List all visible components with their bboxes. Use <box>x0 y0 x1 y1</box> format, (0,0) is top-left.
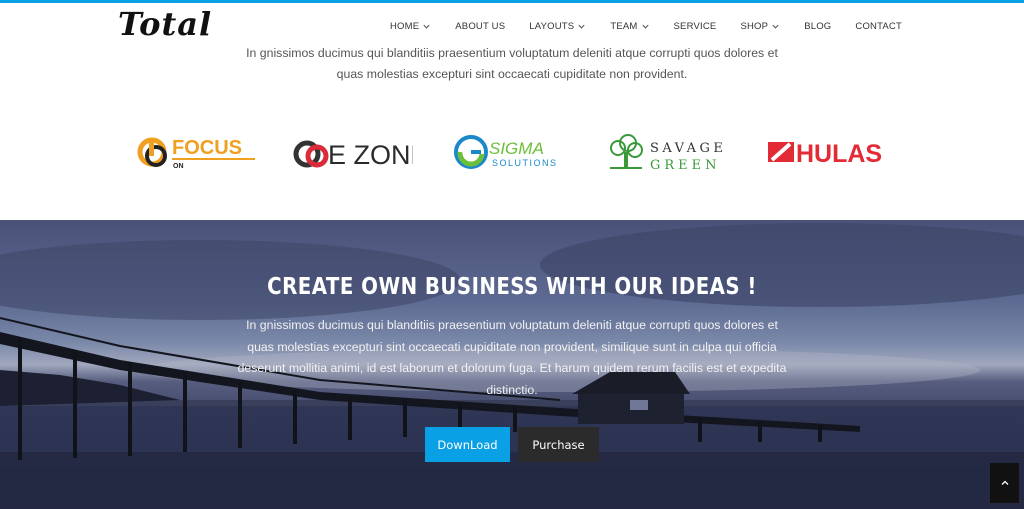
hulas-logo-icon: HULAS <box>768 140 882 168</box>
chevron-down-icon <box>772 24 779 29</box>
client-name: HULAS <box>796 140 882 168</box>
banner-paragraph: In gnissimos ducimus qui blanditiis prae… <box>237 318 787 397</box>
client-name: FOCUS <box>172 137 242 159</box>
purchase-button[interactable]: Purchase <box>518 427 599 462</box>
nav-item-home[interactable]: HOME <box>390 21 431 32</box>
nav-label: TEAM <box>610 21 638 32</box>
chevron-down-icon <box>578 24 585 29</box>
nav-item-team[interactable]: TEAM <box>610 21 649 32</box>
nav-label: ABOUT US <box>455 21 506 32</box>
client-logo-hulas[interactable]: HULAS <box>766 124 890 180</box>
client-subname: ON <box>173 163 184 170</box>
client-subname: GREEN <box>650 158 721 173</box>
sigma-logo-icon: SIGMA SOLUTIONS <box>454 135 558 169</box>
nav-label: SERVICE <box>673 21 717 32</box>
focus-logo-icon: FOCUS ON <box>137 137 255 170</box>
nav-item-shop[interactable]: SHOP <box>740 21 780 32</box>
chevron-down-icon <box>423 24 430 29</box>
client-name: SIGMA <box>489 139 544 158</box>
nav-item-service[interactable]: SERVICE <box>674 21 717 32</box>
client-logos: FOCUS ON E ZONE SIGMA SOLUTIONS SAVA <box>130 124 900 180</box>
banner-heading: CREATE OWN BUSINESS WITH OUR IDEAS ! <box>267 274 757 300</box>
nav-label: CONTACT <box>855 21 902 32</box>
nav-label: LAYOUTS <box>529 21 575 32</box>
client-subname: SOLUTIONS <box>492 158 558 168</box>
nav-item-contact[interactable]: CONTACT <box>855 21 902 32</box>
nav-item-about-us[interactable]: ABOUT US <box>455 21 505 32</box>
nav-item-layouts[interactable]: LAYOUTS <box>529 21 586 32</box>
intro-paragraph: In gnissimos ducimus qui blanditiis prae… <box>246 46 778 81</box>
ezone-logo-icon: E ZONE <box>293 140 413 170</box>
nav-label: SHOP <box>740 21 769 32</box>
client-logo-focus[interactable]: FOCUS ON <box>135 124 260 180</box>
nav-label: HOME <box>389 21 420 32</box>
download-button[interactable]: DownLoad <box>425 427 510 462</box>
chevron-down-icon <box>641 24 649 29</box>
client-logo-ezone[interactable]: E ZONE <box>293 124 413 180</box>
chevron-up-icon <box>1001 480 1008 485</box>
back-to-top-button[interactable] <box>990 463 1019 503</box>
client-name: SAVAGE <box>650 141 726 156</box>
tree-icon: SAVAGE GREEN <box>610 134 726 173</box>
client-logo-savage[interactable]: SAVAGE GREEN <box>606 124 736 180</box>
cta-banner: CREATE OWN BUSINESS WITH OUR IDEAS ! In … <box>0 220 1024 509</box>
nav-label: BLOG <box>804 21 832 32</box>
client-name: E ZONE <box>328 140 413 170</box>
site-logo[interactable]: Total <box>118 5 212 43</box>
client-logo-sigma[interactable]: SIGMA SOLUTIONS <box>452 124 572 180</box>
nav-item-blog[interactable]: BLOG <box>804 21 831 32</box>
